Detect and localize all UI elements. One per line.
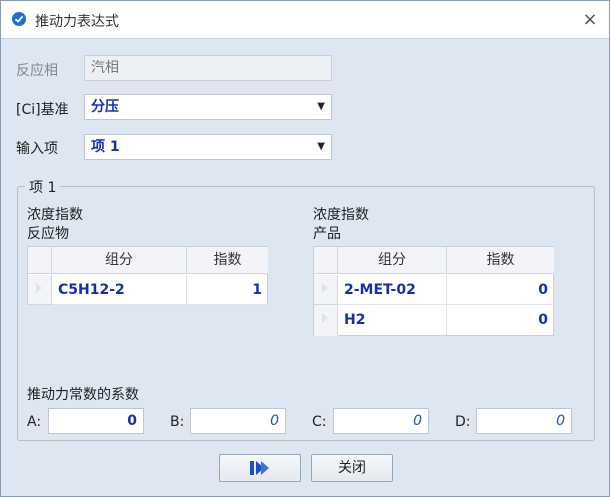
reactants-heading-2: 反应物	[27, 226, 69, 242]
coef-b-input[interactable]: 0	[190, 408, 286, 434]
row-selector[interactable]	[314, 305, 338, 336]
phase-label: 反应相	[16, 63, 58, 79]
close-button[interactable]: 关闭	[311, 454, 393, 482]
products-col-component: 组分	[338, 247, 447, 274]
dropdown-arrow-icon: ▼	[317, 101, 325, 112]
coef-c-input[interactable]: 0	[333, 408, 429, 434]
coef-a-label: A:	[27, 414, 42, 430]
input-item-select[interactable]: 项 1 ▼	[84, 134, 332, 160]
input-item-label: 输入项	[16, 141, 58, 157]
row-selector[interactable]	[28, 275, 52, 305]
reactant-component-cell[interactable]: C5H12-2	[52, 275, 187, 305]
coefficients-heading: 推动力常数的系数	[27, 387, 139, 403]
reactant-exponent-cell[interactable]: 1	[187, 275, 268, 305]
row-selector[interactable]	[314, 275, 338, 305]
term-group-legend: 项 1	[25, 177, 61, 197]
basis-select[interactable]: 分压 ▼	[84, 94, 332, 120]
reactants-heading-1: 浓度指数	[27, 207, 83, 223]
grid-corner	[314, 247, 338, 274]
coef-b-label: B:	[170, 414, 185, 430]
next-button[interactable]	[219, 454, 301, 482]
grid-corner	[28, 247, 52, 274]
products-grid: 组分 指数 2-MET-02 0 H2 0	[313, 246, 554, 336]
driving-force-dialog: 推动力表达式 × 反应相 汽相 [Ci]基准 分压 ▼ 输入项 项 1 ▼ 项 …	[0, 0, 610, 497]
coef-c-label: C:	[312, 414, 327, 430]
next-arrow-icon	[250, 461, 269, 475]
window-title: 推动力表达式	[35, 14, 119, 30]
products-heading-1: 浓度指数	[313, 207, 369, 223]
product-exponent-cell[interactable]: 0	[447, 305, 554, 335]
products-heading-2: 产品	[313, 226, 341, 242]
reactants-grid: 组分 指数 C5H12-2 1	[27, 246, 268, 305]
reactants-col-exponent: 指数	[187, 247, 268, 274]
basis-select-value: 分压	[91, 99, 119, 115]
product-component-cell[interactable]: 2-MET-02	[338, 275, 447, 305]
product-exponent-cell[interactable]: 0	[447, 275, 554, 305]
coef-d-label: D:	[455, 414, 471, 430]
checkmark-icon	[12, 12, 26, 26]
reactants-col-component: 组分	[52, 247, 187, 274]
input-item-select-value: 项 1	[91, 139, 120, 155]
basis-label: [Ci]基准	[16, 102, 69, 118]
coef-a-input[interactable]: 0	[48, 408, 144, 434]
product-component-cell[interactable]: H2	[338, 305, 447, 335]
title-bar: 推动力表达式 ×	[1, 1, 609, 39]
dropdown-arrow-icon: ▼	[317, 141, 325, 152]
coef-d-input[interactable]: 0	[476, 408, 572, 434]
close-icon[interactable]: ×	[579, 9, 601, 31]
products-col-exponent: 指数	[447, 247, 554, 274]
phase-field: 汽相	[84, 55, 332, 81]
